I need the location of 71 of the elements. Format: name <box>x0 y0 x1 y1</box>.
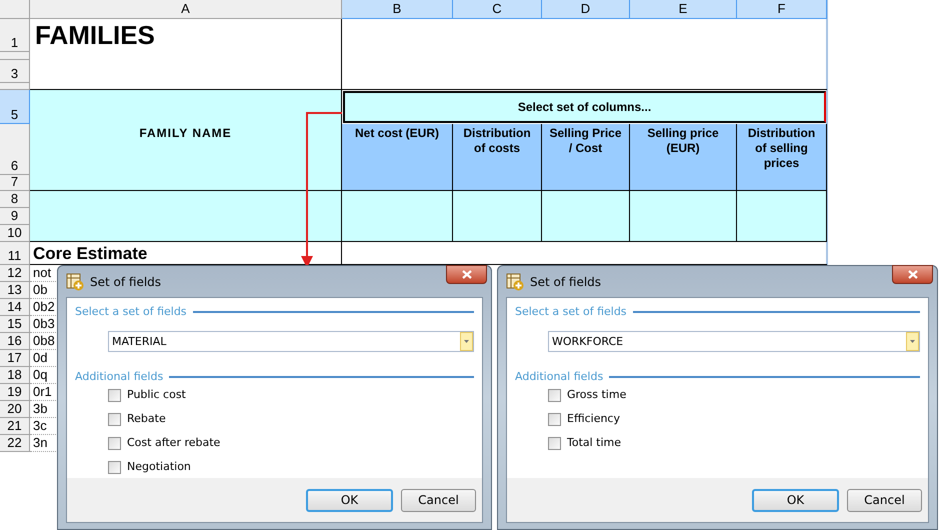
checkbox-label: Negotiation <box>127 459 191 476</box>
dropdown-caret-icon <box>910 340 915 342</box>
column-header[interactable]: D <box>542 0 630 19</box>
checkbox-label: Gross time <box>567 387 626 404</box>
row-header[interactable]: 21 <box>0 418 30 435</box>
row-header[interactable]: 3 <box>0 60 30 83</box>
checkbox[interactable] <box>108 437 121 450</box>
row-header[interactable]: 9 <box>0 208 30 225</box>
dialog-title: Set of fields <box>530 274 602 290</box>
column-heading: FAMILY NAME <box>139 125 232 142</box>
section-label: Select a set of fields <box>515 304 627 320</box>
row-header[interactable] <box>0 83 30 90</box>
checkbox[interactable] <box>108 389 121 402</box>
row-header[interactable]: 17 <box>0 350 30 367</box>
row-header[interactable]: 19 <box>0 384 30 401</box>
table-add-icon <box>506 272 524 290</box>
field-set-dropdown[interactable]: WORKFORCE <box>548 330 920 352</box>
select-all-corner[interactable] <box>0 0 30 19</box>
row-header[interactable]: 18 <box>0 367 30 384</box>
checkbox-label: Cost after rebate <box>127 435 220 452</box>
checkbox[interactable] <box>108 413 121 426</box>
row-header[interactable] <box>0 52 30 60</box>
column-header[interactable]: B <box>342 0 453 19</box>
dialog-button[interactable]: OK <box>306 488 393 512</box>
section-title: Core Estimate <box>33 243 148 264</box>
row-header[interactable]: 14 <box>0 299 30 316</box>
dialog-button[interactable]: Cancel <box>847 488 922 512</box>
section-label: Additional fields <box>515 368 604 384</box>
row-header[interactable]: 11 <box>0 242 30 265</box>
close-icon <box>908 270 918 279</box>
checkbox-label: Efficiency <box>567 411 620 428</box>
dropdown-value: MATERIAL <box>111 334 168 350</box>
column-set-button[interactable]: Select set of columns... <box>343 91 826 123</box>
row-header[interactable]: 8 <box>0 191 30 208</box>
checkbox[interactable] <box>548 413 561 426</box>
column-header[interactable]: E <box>630 0 737 19</box>
row-header[interactable]: 1 <box>0 19 30 52</box>
sheet-title: FAMILIES <box>35 20 155 50</box>
row-header[interactable]: 5 <box>0 90 30 124</box>
column-heading: Selling Price / Cost <box>542 124 630 191</box>
column-heading: Distribution of selling prices <box>737 124 827 191</box>
row-header[interactable]: 22 <box>0 435 30 452</box>
field-set-dropdown[interactable]: MATERIAL <box>108 330 474 352</box>
column-heading: Selling price (EUR) <box>630 124 737 191</box>
row-header[interactable]: 10 <box>0 225 30 242</box>
row-header[interactable]: 13 <box>0 282 30 299</box>
dialog-button[interactable]: OK <box>752 488 839 512</box>
column-header[interactable]: A <box>30 0 342 19</box>
dropdown-caret-icon <box>464 340 469 342</box>
row-header[interactable]: 15 <box>0 316 30 333</box>
section-label: Additional fields <box>75 368 164 384</box>
dialog-button[interactable]: Cancel <box>401 488 476 512</box>
row-header[interactable]: 20 <box>0 401 30 418</box>
close-button[interactable] <box>892 265 933 284</box>
column-heading: Net cost (EUR) <box>342 124 453 191</box>
checkbox[interactable] <box>108 461 121 474</box>
column-header[interactable]: C <box>453 0 542 19</box>
row-header[interactable]: 12 <box>0 265 30 282</box>
column-header[interactable]: F <box>737 0 827 19</box>
table-add-icon <box>66 272 84 290</box>
row-header[interactable]: 6 <box>0 124 30 175</box>
checkbox-label: Public cost <box>127 387 186 404</box>
checkbox[interactable] <box>548 437 561 450</box>
dropdown-value: WORKFORCE <box>551 334 624 350</box>
row-header[interactable]: 7 <box>0 175 30 191</box>
row-header[interactable]: 16 <box>0 333 30 350</box>
checkbox-label: Total time <box>567 435 622 452</box>
close-button[interactable] <box>446 265 487 284</box>
column-heading: Distribution of costs <box>453 124 542 191</box>
close-icon <box>462 270 472 279</box>
checkbox[interactable] <box>548 389 561 402</box>
